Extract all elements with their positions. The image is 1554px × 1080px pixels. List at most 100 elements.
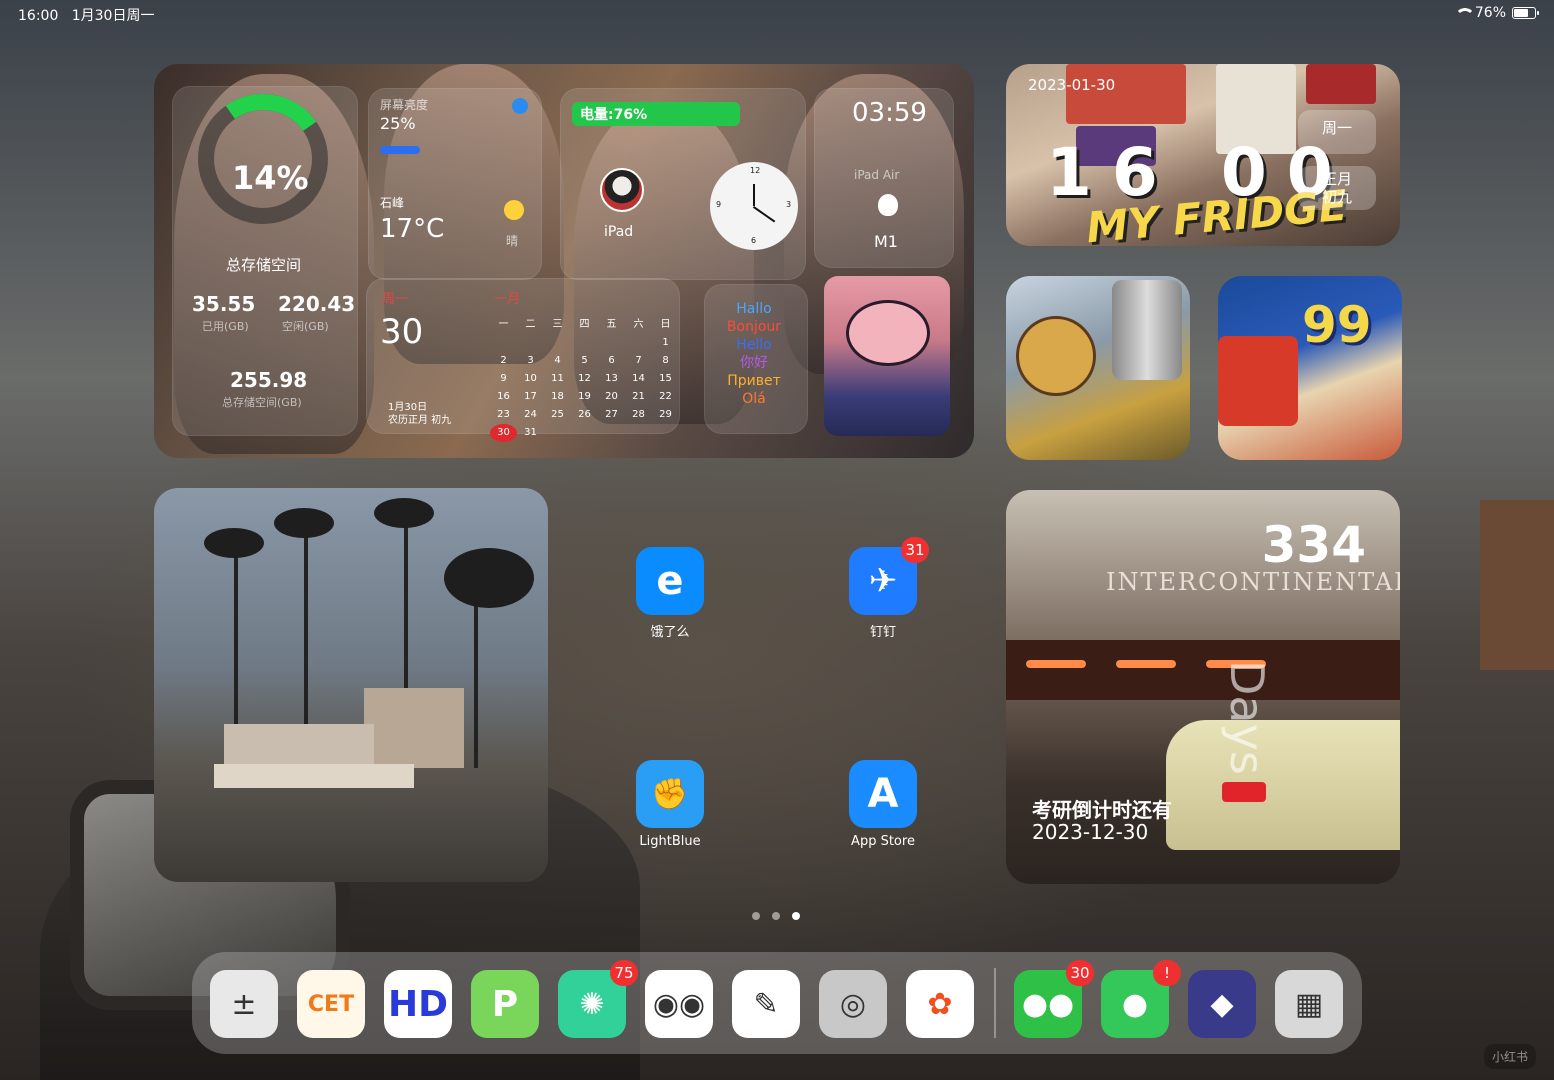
calendar-day-cell: 8 [662, 355, 669, 366]
wallpaper-house [1480, 500, 1554, 670]
calendar-day-cell: 24 [524, 409, 537, 420]
storage-total-label: 总存储空间(GB) [222, 396, 302, 409]
dock-wechat-button[interactable]: ●● 30 [1014, 960, 1094, 1038]
storage-free-label: 空闲(GB) [282, 320, 329, 333]
dock-shortcuts-button[interactable]: ◆ [1188, 970, 1256, 1038]
palms-photo[interactable] [154, 488, 548, 882]
calendar-day-cell: 21 [632, 391, 645, 402]
storage-total-value: 255.98 [230, 368, 308, 392]
composite-widget[interactable]: 14% 总存储空间 35.55 已用(GB) 220.43 空闲(GB) 255… [154, 64, 974, 458]
brightness-label: 屏幕亮度 [380, 98, 429, 112]
app-badge: 31 [901, 537, 929, 563]
page-indicator[interactable] [752, 912, 800, 920]
device-name: iPad [604, 224, 634, 240]
app-lightblue[interactable]: ✊ LightBlue [610, 760, 730, 849]
calendar-day-cell [571, 334, 598, 352]
brightness-bar [380, 146, 420, 154]
calendar-day-cell: 30 [490, 424, 517, 442]
hello-word: Olá [742, 391, 766, 407]
app-eleme[interactable]: e 饿了么 [610, 547, 730, 640]
hello-word: Hello [736, 337, 772, 353]
calendar-day-cell: 18 [551, 391, 564, 402]
dock-badge: 30 [1066, 960, 1094, 986]
app-dingtalk[interactable]: ✈ 31 钉钉 [823, 537, 943, 640]
calculator-icon: ± [231, 986, 257, 1022]
dock: ± CET HD P ✺ 75 ◉◉ ✎ ◎ ✿ ●● 30 ●! ◆ ▦ [192, 952, 1362, 1054]
calendar-day-cell: 2 [500, 355, 507, 366]
app-label: 饿了么 [650, 625, 690, 640]
app-library-icon: ▦ [1294, 986, 1324, 1022]
calendar-weekday: 周一 [382, 292, 409, 307]
storage-used-value: 35.55 [192, 292, 256, 316]
shortcuts-icon: ◆ [1210, 986, 1234, 1022]
calendar-day-cell: 27 [605, 409, 618, 420]
calendar-day-cell [517, 334, 544, 352]
calendar-month: 一月 [494, 292, 521, 307]
dock-calculator-button[interactable]: ± [210, 970, 278, 1038]
owl-icon: ◉◉ [652, 986, 706, 1022]
calendar-day-cell: 22 [659, 391, 672, 402]
cet-icon: CET [307, 991, 355, 1017]
analog-clock: 12 3 6 9 [710, 162, 798, 250]
dock-camera-button[interactable]: ◎ [819, 970, 887, 1038]
dock-messages-button[interactable]: ●! [1101, 960, 1181, 1038]
dock-cet-button[interactable]: CET [297, 970, 365, 1038]
storage-percent: 14% [232, 159, 309, 197]
photos-icon: ✿ [927, 986, 953, 1022]
dock-owl-button[interactable]: ◉◉ [645, 970, 713, 1038]
dock-p-app-button[interactable]: P [471, 970, 539, 1038]
device-chip: M1 [874, 232, 898, 251]
poster-photo[interactable]: 99 [1218, 276, 1402, 460]
countdown-unit: Days [1220, 660, 1274, 775]
hello-word: 你好 [740, 355, 768, 371]
calendar-day-cell: 28 [632, 409, 645, 420]
dock-speaker-app-button[interactable]: ✺ 75 [558, 960, 638, 1038]
watermark: 小红书 [1483, 1044, 1536, 1069]
dock-app-library-button[interactable]: ▦ [1275, 970, 1343, 1038]
app-appstore[interactable]: A App Store [823, 760, 943, 849]
calendar-day-cell [490, 334, 517, 352]
page-dot[interactable] [792, 912, 800, 920]
calendar-day-cell: 19 [578, 391, 591, 402]
dock-browser-button[interactable]: HD [384, 970, 452, 1038]
calendar-grid: 一二三四五六日 1 2 3 4 5 6 7 8 9 10 11 12 13 14 15 16 17 18 19 20 21… [490, 316, 680, 442]
calendar-day-cell: 9 [500, 373, 507, 384]
calendar-day-cell: 25 [551, 409, 564, 420]
fridge-date: 2023-01-30 [1028, 76, 1116, 94]
page-dot[interactable] [772, 912, 780, 920]
cartoon-image [824, 276, 950, 436]
calendar-day-cell: 7 [635, 355, 642, 366]
brightness-icon [512, 98, 528, 114]
device-avatar [600, 168, 644, 212]
hello-word: Привет [727, 373, 781, 389]
status-time: 16:00 1月30日周一 [18, 8, 155, 24]
weather-location: 石峰 [380, 196, 405, 210]
sun-icon [504, 200, 524, 220]
countdown-target-date: 2023-12-30 [1032, 820, 1149, 844]
countdown-title: 考研倒计时还有 [1032, 798, 1172, 822]
calendar-header: 二 [525, 319, 536, 330]
calendar-header: 日 [660, 319, 671, 330]
calendar-day-cell: 20 [605, 391, 618, 402]
calendar-header: 四 [579, 319, 590, 330]
dock-notes-pen-button[interactable]: ✎ [732, 970, 800, 1038]
weather-condition: 晴 [506, 234, 519, 248]
appstore-icon: A [849, 760, 917, 828]
toy-photo[interactable] [1006, 276, 1190, 460]
calendar-day-cell [571, 424, 598, 442]
fridge-clock-widget[interactable]: 2023-01-30 16 00 MY FRIDGE 周一 正月 初九 [1006, 64, 1400, 246]
page-dot[interactable] [752, 912, 760, 920]
countdown-widget[interactable]: INTERCONTINENTAL 334 Days 考研倒计时还有 2023-1… [1006, 490, 1400, 884]
calendar-day-cell [625, 424, 652, 442]
dock-badge: 75 [610, 960, 638, 986]
app-label: App Store [851, 834, 915, 849]
hello-word: Bonjour [726, 319, 782, 335]
device-time: 03:59 [852, 98, 927, 128]
calendar-day-cell: 3 [527, 355, 534, 366]
fridge-lunar: 正月 初九 [1298, 166, 1376, 210]
dingtalk-icon: ✈ 31 [849, 537, 929, 615]
app-label: LightBlue [639, 834, 701, 849]
p-app-icon: P [491, 983, 519, 1025]
dock-photos-button[interactable]: ✿ [906, 970, 974, 1038]
battery-pill: 电量:76% [572, 102, 740, 126]
